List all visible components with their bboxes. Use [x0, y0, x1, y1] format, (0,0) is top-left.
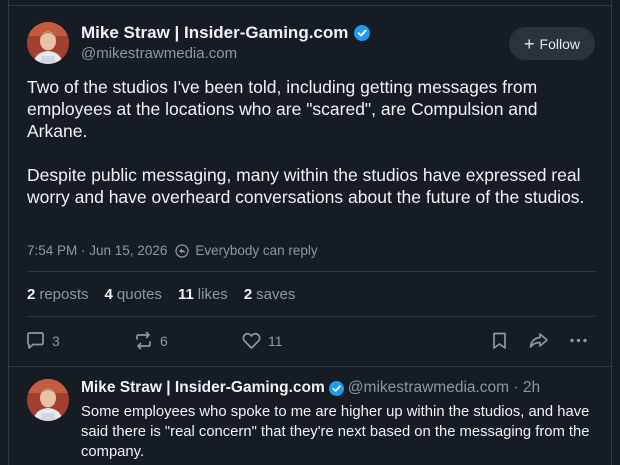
author-avatar[interactable]	[27, 22, 69, 64]
post-divider	[8, 366, 612, 367]
verified-badge-icon	[328, 380, 344, 396]
post-paragraph-2: Despite public messaging, many within th…	[27, 165, 585, 207]
reply-setting-icon	[175, 243, 189, 258]
bookmark-button[interactable]	[489, 330, 510, 351]
reply-author-avatar[interactable]	[27, 379, 69, 421]
avatar-image	[27, 22, 69, 64]
like-count: 11	[268, 332, 283, 349]
plus-icon: +	[524, 33, 535, 54]
divider	[27, 271, 595, 272]
stat-label: saves	[256, 286, 296, 303]
author-handle[interactable]: @mikestrawmedia.com	[81, 45, 237, 62]
stat-count: 2	[27, 286, 36, 303]
engagement-stats: 2 reposts 4 quotes 11 likes 2 saves	[27, 286, 311, 303]
reply-handle-time[interactable]: @mikestrawmedia.com · 2h	[348, 379, 540, 397]
like-button[interactable]: 11	[241, 330, 283, 351]
stat-quotes[interactable]: 4 quotes	[105, 286, 162, 303]
more-icon	[570, 338, 587, 343]
reply-author-name[interactable]: Mike Straw | Insider-Gaming.com	[81, 379, 325, 397]
reply-icon	[27, 332, 44, 349]
author-name[interactable]: Mike Straw | Insider-Gaming.com	[81, 23, 371, 43]
post-actions: 3 6 11	[0, 330, 620, 354]
post-meta: 7:54 PM · Jun 15, 2026 Everybody can rep…	[27, 243, 318, 258]
like-icon	[242, 332, 261, 349]
top-divider	[8, 5, 612, 6]
post-paragraph-1: Two of the studios I've been told, inclu…	[27, 77, 538, 141]
follow-label: Follow	[539, 35, 580, 52]
repost-count: 6	[160, 332, 168, 349]
reply-button[interactable]: 3	[25, 330, 60, 351]
share-icon	[529, 333, 548, 348]
divider	[27, 316, 595, 317]
reply-body: Some employees who spoke to me are highe…	[81, 404, 590, 460]
stat-label: reposts	[39, 286, 89, 303]
stat-likes[interactable]: 11 likes	[178, 286, 228, 303]
stat-label: likes	[197, 286, 228, 303]
repost-button[interactable]: 6	[133, 330, 168, 351]
stat-count: 11	[177, 286, 194, 303]
reply-header: Mike Straw | Insider-Gaming.com @mikestr…	[81, 379, 540, 397]
reply-setting-text: Everybody can reply	[195, 243, 318, 258]
stat-count: 4	[104, 286, 113, 303]
reply-count: 3	[52, 332, 60, 349]
post-body: Two of the studios I've been told, inclu…	[27, 76, 599, 208]
verified-badge-icon	[354, 25, 371, 41]
stat-count: 2	[243, 286, 253, 303]
avatar-image	[27, 379, 69, 421]
stat-reposts[interactable]: 2 reposts	[27, 286, 89, 303]
share-button[interactable]	[528, 330, 549, 351]
stat-saves[interactable]: 2 saves	[244, 286, 296, 303]
bookmark-icon	[493, 332, 506, 349]
follow-button[interactable]: + Follow	[509, 27, 595, 60]
stat-label: quotes	[116, 286, 162, 303]
more-options-button[interactable]	[568, 330, 589, 351]
author-name-text[interactable]: Mike Straw | Insider-Gaming.com	[81, 23, 348, 43]
repost-icon	[136, 331, 151, 350]
post-timestamp[interactable]: 7:54 PM · Jun 15, 2026	[27, 243, 167, 258]
